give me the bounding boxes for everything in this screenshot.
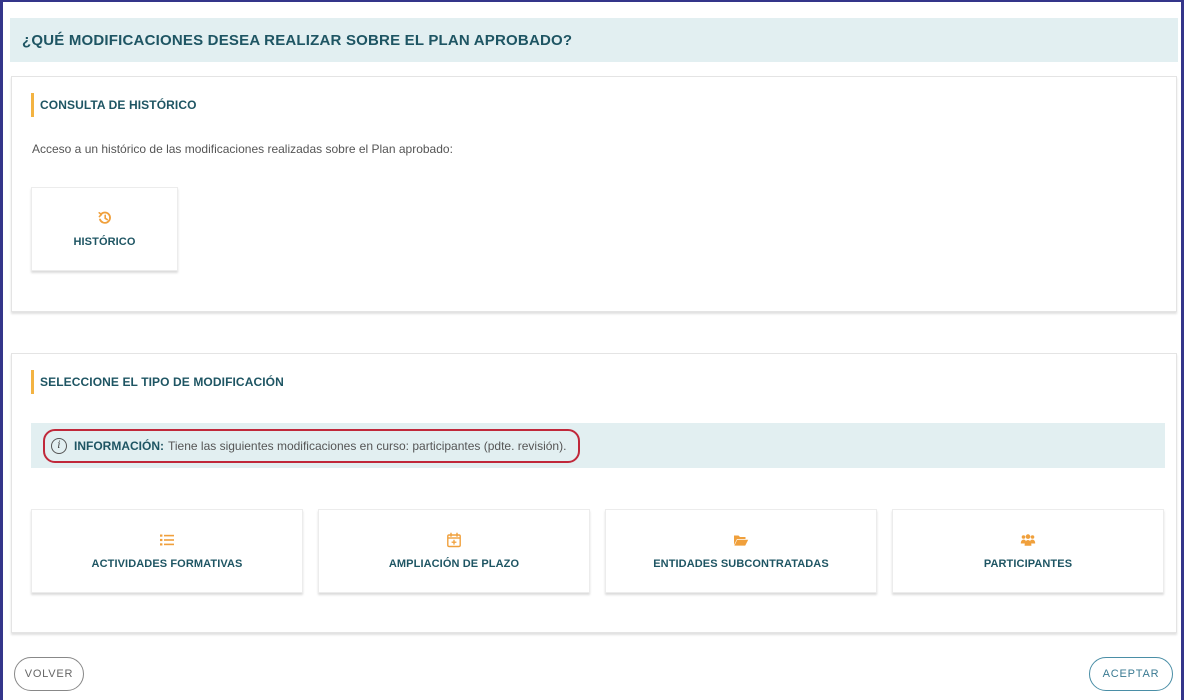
historico-section-title: CONSULTA DE HISTÓRICO: [31, 93, 197, 117]
actividades-formativas-label: ACTIVIDADES FORMATIVAS: [91, 558, 243, 570]
participantes-label: PARTICIPANTES: [983, 558, 1073, 570]
back-button[interactable]: VOLVER: [14, 657, 84, 691]
tipo-section-title: SELECCIONE EL TIPO DE MODIFICACIÓN: [31, 370, 284, 394]
list-icon: [160, 534, 174, 546]
entidades-subcontratadas-button[interactable]: ENTIDADES SUBCONTRATADAS: [605, 509, 877, 593]
historico-description: Acceso a un histórico de las modificacio…: [32, 142, 453, 156]
actividades-formativas-button[interactable]: ACTIVIDADES FORMATIVAS: [31, 509, 303, 593]
ampliacion-plazo-label: AMPLIACIÓN DE PLAZO: [388, 558, 520, 570]
page-header: ¿QUÉ MODIFICACIONES DESEA REALIZAR SOBRE…: [10, 18, 1178, 62]
accept-button[interactable]: ACEPTAR: [1089, 657, 1173, 691]
historico-section: CONSULTA DE HISTÓRICO Acceso a un histór…: [11, 76, 1177, 312]
info-icon: i: [51, 437, 67, 454]
participantes-button[interactable]: PARTICIPANTES: [892, 509, 1164, 593]
history-icon: [97, 211, 111, 224]
calendar-plus-icon: [447, 532, 461, 548]
info-text: Tiene las siguientes modificaciones en c…: [168, 438, 567, 453]
users-icon: [1020, 534, 1036, 546]
info-highlight: i INFORMACIÓN: Tiene las siguientes modi…: [43, 428, 581, 463]
historico-button-label: HISTÓRICO: [73, 236, 136, 248]
info-bar: i INFORMACIÓN: Tiene las siguientes modi…: [31, 423, 1165, 468]
folder-open-icon: [734, 535, 749, 546]
tipo-modificacion-section: SELECCIONE EL TIPO DE MODIFICACIÓN i INF…: [11, 353, 1177, 633]
entidades-subcontratadas-label: ENTIDADES SUBCONTRATADAS: [653, 558, 829, 570]
page-title: ¿QUÉ MODIFICACIONES DESEA REALIZAR SOBRE…: [22, 31, 573, 49]
info-label: INFORMACIÓN:: [74, 438, 164, 453]
ampliacion-plazo-button[interactable]: AMPLIACIÓN DE PLAZO: [318, 509, 590, 593]
historico-button[interactable]: HISTÓRICO: [31, 187, 178, 271]
